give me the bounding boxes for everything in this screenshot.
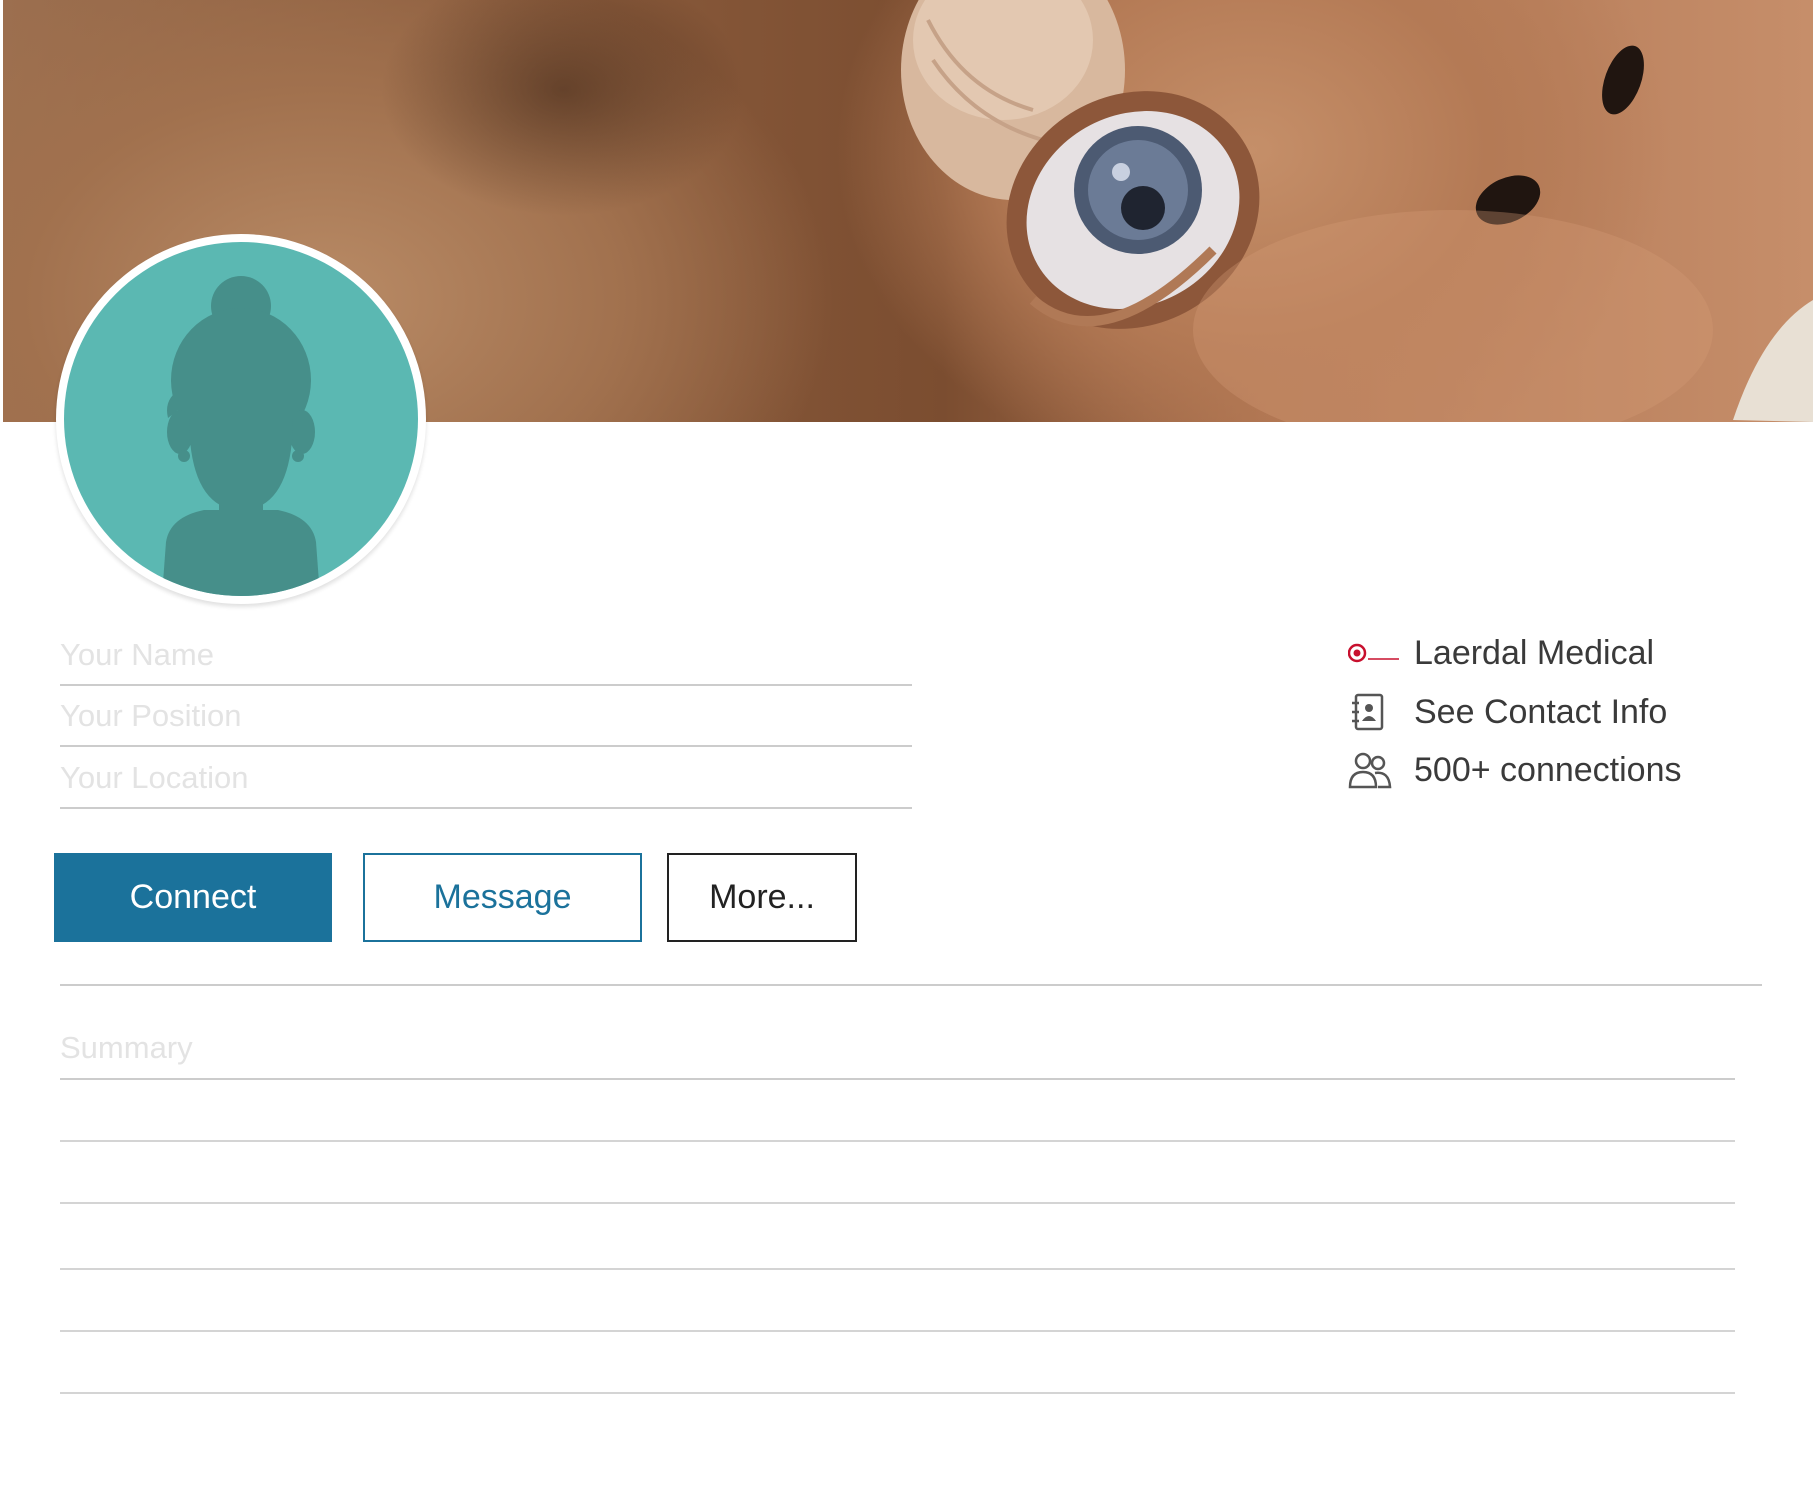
company-item[interactable]: Laerdal Medical — [1348, 628, 1654, 678]
connect-button[interactable]: Connect — [54, 853, 332, 942]
contact-info-link[interactable]: See Contact Info — [1348, 687, 1667, 737]
more-button[interactable]: More... — [667, 853, 857, 942]
woman-silhouette-icon — [162, 276, 320, 596]
summary-line[interactable] — [60, 1330, 1735, 1332]
position-field[interactable] — [60, 687, 912, 747]
profile-card: Laerdal Medical See Contact Info 500+ co — [0, 0, 1813, 1499]
connections-link[interactable]: 500+ connections — [1348, 745, 1681, 795]
profile-avatar[interactable] — [56, 234, 426, 604]
name-field[interactable] — [60, 626, 912, 686]
laerdal-logo-icon — [1348, 631, 1400, 675]
summary-line[interactable] — [60, 1140, 1735, 1142]
summary-line[interactable] — [60, 1202, 1735, 1204]
people-icon — [1348, 748, 1400, 792]
summary-line[interactable] — [60, 1392, 1735, 1394]
summary-field[interactable] — [60, 1017, 1735, 1080]
contact-info-label: See Contact Info — [1414, 692, 1668, 731]
company-name: Laerdal Medical — [1414, 633, 1655, 672]
avatar-placeholder — [64, 242, 418, 596]
location-field[interactable] — [60, 749, 912, 809]
message-button[interactable]: Message — [363, 853, 642, 942]
summary-line[interactable] — [60, 1268, 1735, 1270]
section-divider — [60, 984, 1762, 986]
contact-book-icon — [1348, 690, 1400, 734]
connections-count: 500+ connections — [1414, 750, 1682, 789]
